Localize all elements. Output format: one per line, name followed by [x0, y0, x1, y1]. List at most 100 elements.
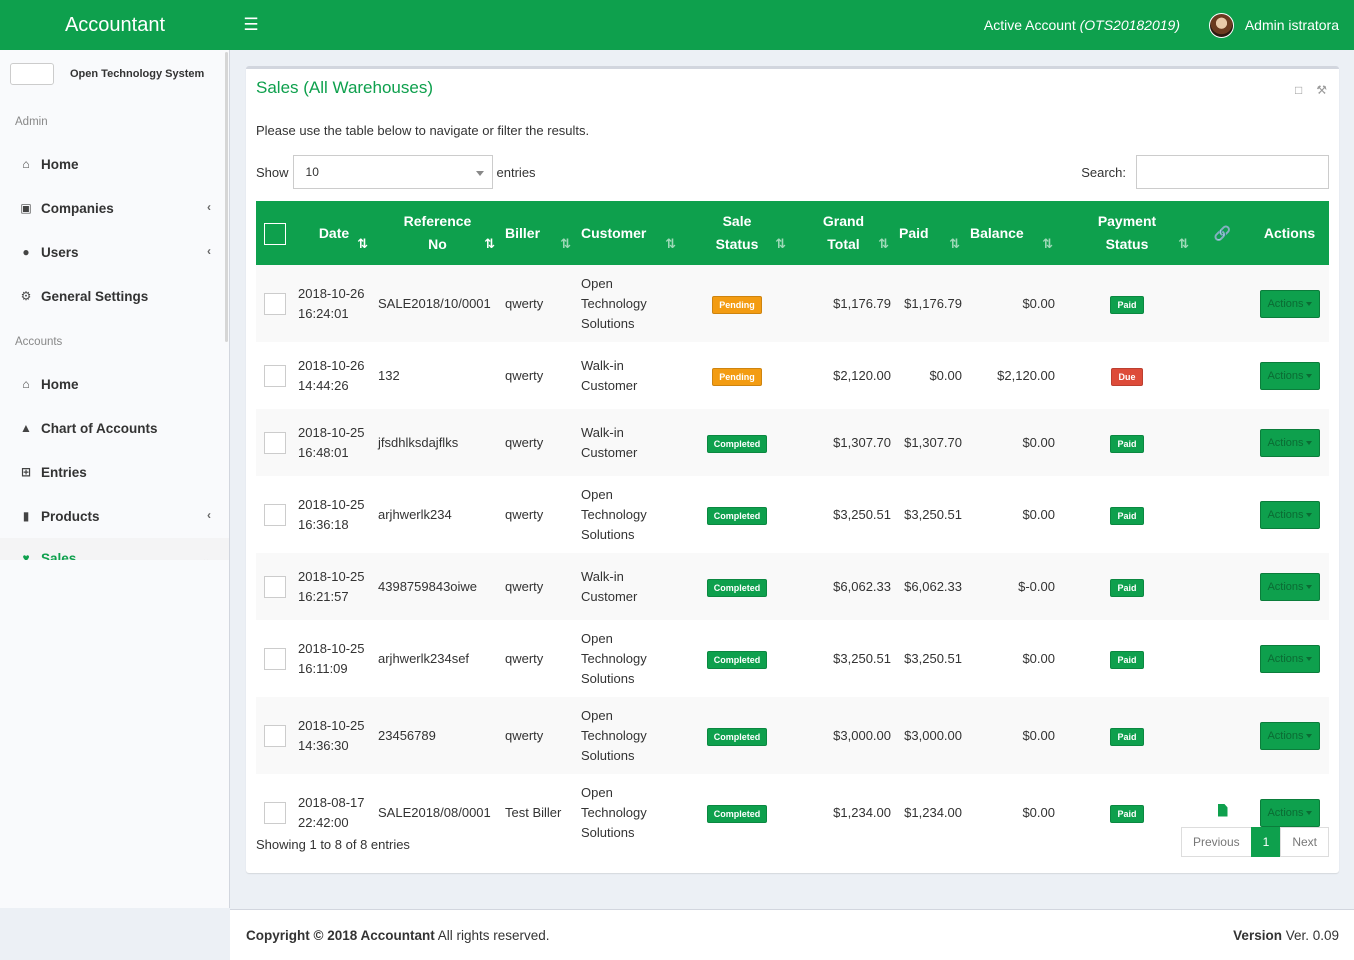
sidebar-item-chart-of-accounts[interactable]: ▲ Chart of Accounts — [0, 406, 229, 450]
biller-cell: qwerty — [505, 295, 544, 311]
chevron-left-icon: ‹ — [207, 200, 211, 214]
sidebar-item-label: Users — [41, 244, 79, 260]
col-grand-total[interactable]: Grand Total ⇅ — [792, 201, 895, 265]
company-logo — [10, 63, 54, 85]
paid-cell: $1,307.70 — [904, 434, 962, 450]
col-sale-status[interactable]: Sale Status ⇅ — [682, 201, 792, 265]
col-balance[interactable]: Balance ⇅ — [966, 201, 1059, 265]
row-checkbox[interactable] — [264, 503, 286, 526]
date-cell: 2018-10-26 16:24:01 — [298, 285, 365, 321]
gears-icon: ⚙ — [20, 289, 32, 303]
row-checkbox[interactable] — [264, 575, 286, 598]
actions-dropdown-button[interactable]: Actions — [1259, 428, 1320, 457]
row-checkbox[interactable] — [264, 801, 286, 824]
customer-line: Walk-in — [581, 424, 624, 440]
actions-dropdown-button[interactable]: Actions — [1259, 572, 1320, 601]
customer-line: Customer — [581, 588, 638, 604]
sidebar-item-users[interactable]: ● Users ‹ — [0, 230, 229, 274]
sidebar-scrollbar[interactable] — [225, 52, 228, 342]
row-checkbox[interactable] — [264, 292, 286, 315]
balance-cell: $2,120.00 — [997, 367, 1055, 383]
actions-dropdown-button[interactable]: Actions — [1259, 289, 1320, 318]
customer-line: Customer — [581, 444, 638, 460]
table-row[interactable]: 2018-10-25 16:21:57 4398759843oiwe qwerty Wa… — [256, 553, 1329, 620]
col-customer[interactable]: Customer ⇅ — [577, 201, 682, 265]
actions-cell: Actions — [1250, 476, 1329, 553]
col-payment-status[interactable]: Payment Status ⇅ — [1059, 201, 1195, 265]
wrench-icon[interactable]: ⚒ — [1316, 83, 1327, 97]
actions-dropdown-button[interactable]: Actions — [1259, 500, 1320, 529]
col-biller[interactable]: Biller ⇅ — [501, 201, 577, 265]
actions-cell: Actions — [1250, 620, 1329, 697]
payment-status-cell: Paid — [1059, 553, 1195, 620]
sidebar-item-products[interactable]: ▮ Products ‹ — [0, 494, 229, 538]
balance-cell: $0.00 — [1022, 804, 1055, 820]
active-account-label: Active Account — [983, 17, 1076, 33]
sidebar-item-general-settings[interactable]: ⚙ General Settings — [0, 274, 229, 318]
previous-page-button[interactable]: Previous — [1180, 827, 1252, 857]
app-logo[interactable]: Accountant — [0, 0, 230, 50]
sidebar-item-label: Entries — [41, 464, 87, 480]
col-reference-no[interactable]: Reference No ⇅ — [374, 201, 501, 265]
next-page-button[interactable]: Next — [1280, 827, 1329, 857]
date-cell: 2018-10-26 14:44:26 — [298, 357, 365, 393]
biller-cell: qwerty — [505, 506, 544, 522]
row-select-cell — [256, 265, 294, 342]
page-1-button[interactable]: 1 — [1250, 827, 1282, 857]
chevron-left-icon: ‹ — [207, 244, 211, 258]
table-row[interactable]: 2018-10-25 16:11:09 arjhwerlk234sef qwerty O… — [256, 620, 1329, 697]
row-select-cell — [256, 620, 294, 697]
sidebar-item-companies[interactable]: ▣ Companies ‹ — [0, 186, 229, 230]
actions-cell: Actions — [1250, 265, 1329, 342]
payment-status-cell: Paid — [1059, 476, 1195, 553]
select-all-checkbox[interactable] — [264, 222, 286, 245]
file-icon[interactable]: □ — [1295, 83, 1302, 97]
actions-dropdown-button[interactable]: Actions — [1259, 361, 1320, 390]
sidebar-item-label: Home — [41, 156, 79, 172]
grand-total-cell: $2,120.00 — [833, 367, 891, 383]
col-paid[interactable]: Paid ⇅ — [895, 201, 966, 265]
customer-line: Open — [581, 486, 613, 502]
actions-dropdown-button[interactable]: Actions — [1259, 798, 1320, 827]
table-row[interactable]: 2018-10-26 16:24:01 SALE2018/10/0001 qwerty… — [256, 265, 1329, 342]
customer-line: Solutions — [581, 526, 635, 542]
biller-cell: qwerty — [505, 650, 544, 666]
sale-status-badge: Completed — [706, 804, 768, 823]
entries-select[interactable]: 10 — [292, 155, 493, 189]
sidebar-toggle-icon[interactable]: ☰ — [240, 13, 262, 37]
sidebar-item-entries[interactable]: ⊞ Entries — [0, 450, 229, 494]
grand-total-cell: $1,307.70 — [833, 434, 891, 450]
table-row[interactable]: 2018-10-26 14:44:26 132 qwerty Walk-in Custom… — [256, 342, 1329, 409]
user-menu[interactable]: Admin istratora — [1208, 0, 1339, 50]
row-select-cell — [256, 697, 294, 774]
col-date[interactable]: Date ⇅ — [294, 201, 374, 265]
footer: Copyright © 2018 Accountant All rights r… — [230, 909, 1354, 960]
balance-cell: $0.00 — [1022, 506, 1055, 522]
row-checkbox[interactable] — [264, 431, 286, 454]
page-title: Sales (All Warehouses) — [256, 78, 433, 97]
table-row[interactable]: 2018-10-25 14:36:30 23456789 qwerty Open Tech… — [256, 697, 1329, 774]
row-checkbox[interactable] — [264, 724, 286, 747]
actions-dropdown-button[interactable]: Actions — [1259, 721, 1320, 750]
attachment-file-icon[interactable] — [1217, 803, 1228, 817]
sidebar-item-accounts-home[interactable]: ⌂ Home — [0, 362, 229, 406]
sale-status-cell: Completed — [682, 697, 792, 774]
sidebar-section-accounts: Accounts — [15, 336, 63, 348]
sidebar-item-sales[interactable]: ♥ Sales ⌄ — [0, 538, 229, 560]
balance-cell: $0.00 — [1022, 434, 1055, 450]
customer-cell: Walk-in Customer — [577, 409, 682, 476]
payment-status-cell: Paid — [1059, 265, 1195, 342]
row-checkbox[interactable] — [264, 647, 286, 670]
sale-status-badge: Pending — [712, 295, 762, 314]
actions-cell: Actions — [1250, 553, 1329, 620]
table-row[interactable]: 2018-10-25 16:36:18 arjhwerlk234 qwerty Open… — [256, 476, 1329, 553]
row-checkbox[interactable] — [264, 364, 286, 387]
attachment-cell — [1195, 620, 1250, 697]
table-row[interactable]: 2018-08-17 22:42:00 SALE2018/08/0001 Test B… — [256, 774, 1329, 851]
search-input[interactable] — [1136, 155, 1329, 189]
sale-status-cell: Completed — [682, 774, 792, 851]
actions-cell: Actions — [1250, 342, 1329, 409]
table-row[interactable]: 2018-10-25 16:48:01 jfsdhlksdajflks qwerty W… — [256, 409, 1329, 476]
actions-dropdown-button[interactable]: Actions — [1259, 644, 1320, 673]
sidebar-item-home[interactable]: ⌂ Home — [0, 142, 229, 186]
